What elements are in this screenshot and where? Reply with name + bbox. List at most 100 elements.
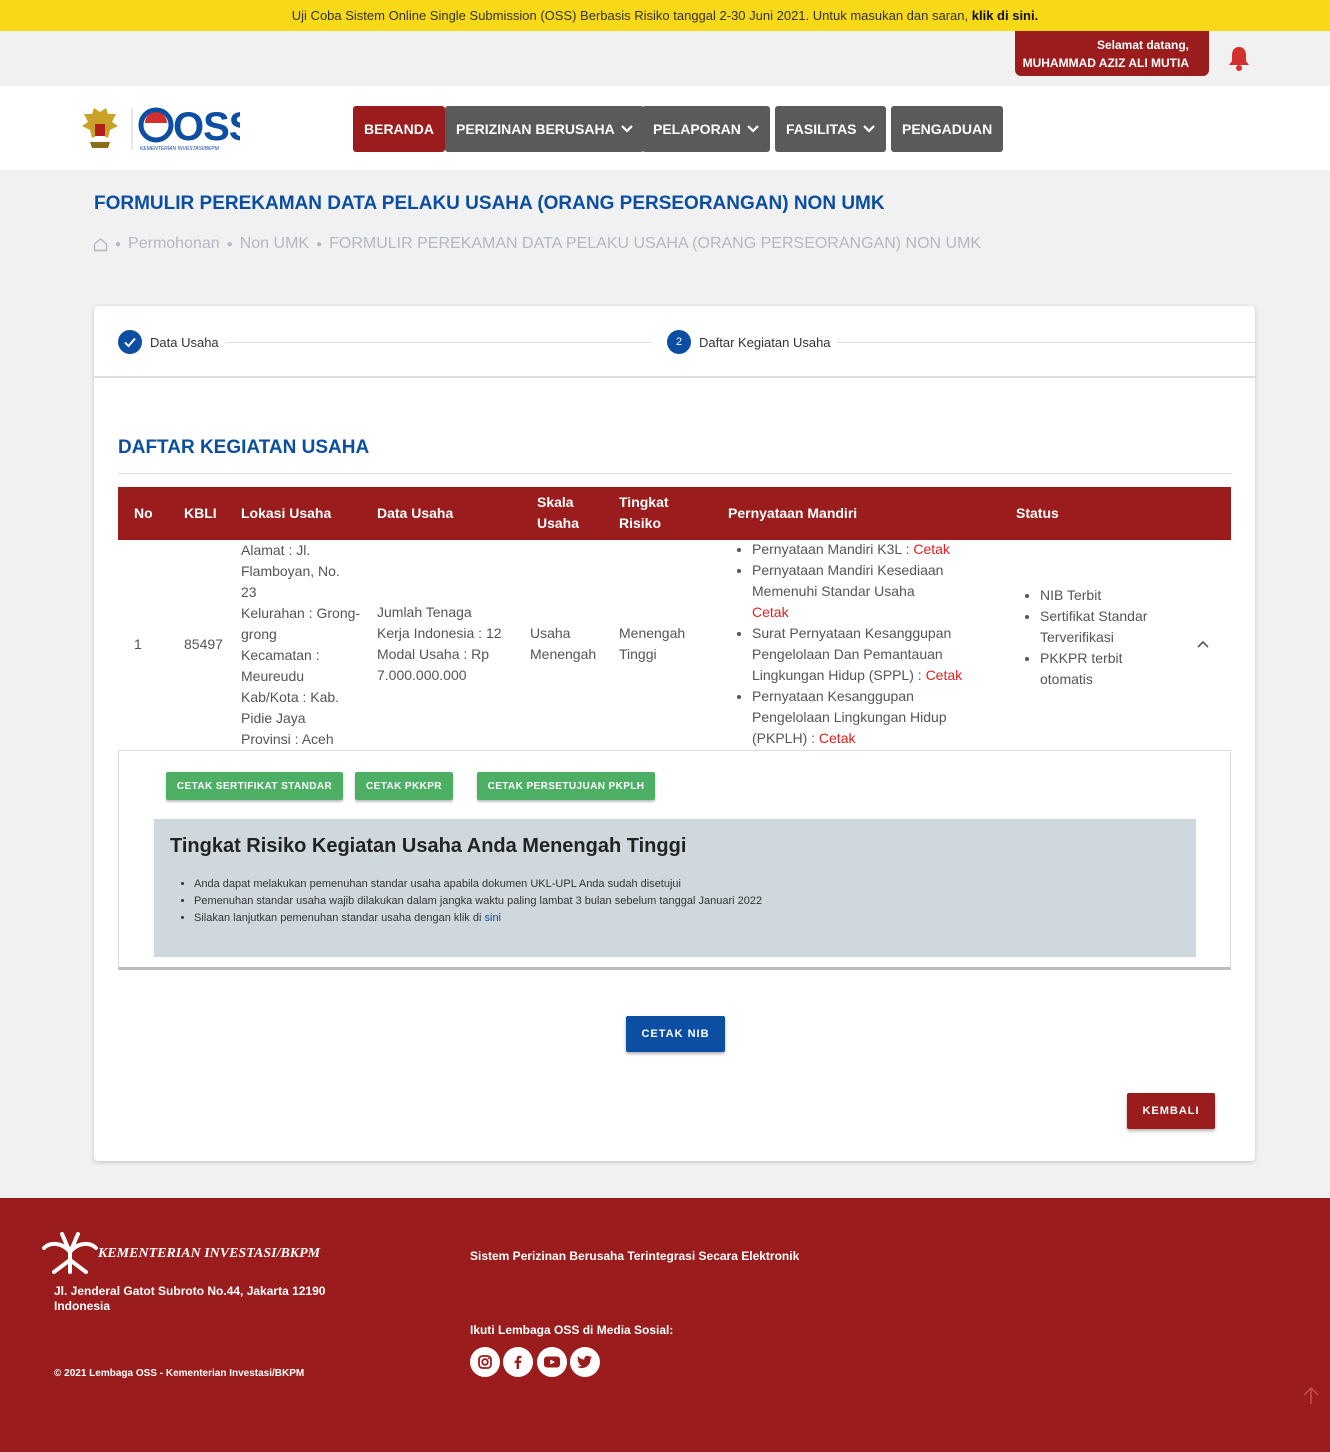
user-menu[interactable]: Selamat datang, MUHAMMAD AZIZ ALI MUTIA [1015,31,1209,76]
greeting-text: Selamat datang, [1096,38,1189,52]
pernyataan-item: Surat Pernyataan Kesanggupan Pengelolaan… [752,623,972,686]
cetak-nib-button[interactable]: CETAK NIB [626,1016,725,1052]
nav-pelaporan[interactable]: PELAPORAN [642,106,770,152]
section-title: DAFTAR KEGIATAN USAHA [118,437,370,458]
step-1-label: Data Usaha [150,335,219,350]
risk-note: Anda dapat melakukan pemenuhan standar u… [194,876,1180,893]
cell-no: 1 [134,636,142,652]
step-2-label: Daftar Kegiatan Usaha [699,335,831,350]
nav-beranda-label: BERANDA [364,121,434,137]
chevron-down-icon [862,125,875,133]
cetak-link[interactable]: Cetak [752,602,972,623]
footer-copyright: © 2021 Lembaga OSS - Kementerian Investa… [54,1368,305,1379]
th-skala: Skala Usaha [537,492,579,534]
nav-pelaporan-label: PELAPORAN [653,121,741,137]
table-header: No KBLI Lokasi Usaha Data Usaha Skala Us… [118,487,1231,540]
nav-pengaduan[interactable]: PENGADUAN [891,106,1004,152]
risk-title: Tingkat Risiko Kegiatan Usaha Anda Menen… [170,835,687,857]
chevron-down-icon [620,125,633,133]
facebook-icon[interactable] [503,1347,533,1377]
footer-social-label: Ikuti Lembaga OSS di Media Sosial: [470,1323,674,1337]
footer-brand: KEMENTERIAN INVESTASI/BKPM [98,1246,321,1261]
cell-kbli: 85497 [184,636,223,652]
pernyataan-item: Pernyataan Mandiri Kesediaan Memenuhi St… [752,560,972,623]
breadcrumb-separator: ● [226,238,233,250]
nav-perizinan-label: PERIZINAN BERUSAHA [456,121,615,137]
announcement-bar: Uji Coba Sistem Online Single Submission… [0,0,1330,31]
nav-fasilitas-label: FASILITAS [786,121,857,137]
breadcrumb: ● Permohonan ● Non UMK ● FORMULIR PEREKA… [93,235,981,253]
stepper: Data Usaha 2 Daftar Kegiatan Usaha [94,306,1255,378]
footer: KEMENTERIAN INVESTASI/BKPM Jl. Jenderal … [0,1198,1330,1452]
home-icon[interactable] [93,237,108,252]
th-skala-line2: Usaha [537,515,580,531]
breadcrumb-item-current: FORMULIR PEREKAMAN DATA PELAKU USAHA (OR… [329,235,982,252]
cetak-link[interactable]: Cetak [913,541,950,557]
th-lokasi: Lokasi Usaha [241,505,332,521]
twitter-icon[interactable] [570,1347,600,1377]
th-status: Status [1016,505,1059,521]
nav-fasilitas[interactable]: FASILITAS [775,106,886,152]
cell-risiko: Menengah Tinggi [619,625,686,662]
th-risiko-line2: Risiko [619,515,662,531]
footer-address: Jl. Jenderal Gatot Subroto No.44, Jakart… [54,1284,326,1313]
main-card: Data Usaha 2 Daftar Kegiatan Usaha DAFTA… [94,306,1255,1161]
step-connector [837,342,1255,343]
kembali-button[interactable]: KEMBALI [1127,1093,1215,1129]
status-item: NIB Terbit [1040,585,1180,606]
breadcrumb-separator: ● [115,238,122,250]
risk-note: Silakan lanjutkan pemenuhan standar usah… [194,910,1180,927]
footer-system-name: Sistem Perizinan Berusaha Terintegrasi S… [470,1249,800,1263]
status-item: PKKPR terbitotomatis [1040,648,1180,690]
step-1-check-icon[interactable] [118,330,142,354]
th-skala-line1: Skala [537,494,574,510]
logo-subtext: KEMENTERIAN INVESTASI/BKPM [140,146,220,152]
logo-text: OSS [173,105,240,149]
oss-logo[interactable]: OSS KEMENTERIAN INVESTASI/BKPM [80,104,240,154]
bell-icon[interactable] [1227,45,1251,71]
instagram-icon[interactable] [470,1347,500,1377]
nav-beranda[interactable]: BERANDA [353,106,445,152]
bkpm-logo-icon [42,1232,98,1274]
th-data-usaha: Data Usaha [377,505,454,521]
breadcrumb-item-permohonan[interactable]: Permohonan [128,235,220,253]
cell-skala: Usaha Menengah [530,625,597,662]
cetak-link[interactable]: Cetak [926,667,963,683]
cell-status: NIB Terbit Sertifikat StandarTerverifika… [1020,585,1180,690]
garuda-emblem-icon [82,108,118,148]
step-2-number[interactable]: 2 [667,330,691,354]
user-name: MUHAMMAD AZIZ ALI MUTIA [1022,56,1189,70]
sini-link[interactable]: sini [485,912,502,924]
cell-pernyataan: Pernyataan Mandiri K3L : Cetak Pernyataa… [732,539,972,749]
breadcrumb-item-non-umk[interactable]: Non UMK [240,235,309,253]
youtube-icon[interactable] [537,1347,567,1377]
announcement-text: Uji Coba Sistem Online Single Submission… [291,8,969,23]
nav-pengaduan-label: PENGADUAN [902,121,993,137]
status-item: Sertifikat StandarTerverifikasi [1040,606,1180,648]
risk-note: Pemenuhan standar usaha wajib dilakukan … [194,893,1180,910]
step-connector [226,342,652,343]
th-risiko-line1: Tingkat [619,494,669,510]
arrow-up-icon[interactable] [1300,1385,1322,1407]
cetak-persetujuan-pkplh-button[interactable]: CETAK PERSETUJUAN PKPLH [477,772,655,800]
page-title: FORMULIR PEREKAMAN DATA PELAKU USAHA (OR… [94,193,885,214]
cell-data-usaha: Jumlah Tenaga Kerja Indonesia : 12 Modal… [377,604,502,683]
pernyataan-item: Pernyataan Kesanggupan Pengelolaan Lingk… [752,686,972,749]
th-pernyataan: Pernyataan Mandiri [728,505,858,521]
pernyataan-item: Pernyataan Mandiri K3L : Cetak [752,539,972,560]
cetak-pkkpr-button[interactable]: CETAK PKKPR [355,772,453,800]
announcement-link[interactable]: klik di sini. [972,8,1038,23]
th-risiko: Tingkat Risiko [619,492,669,534]
section-divider [118,473,1231,474]
cell-lokasi: Alamat : Jl. Flamboyan, No. 23 Kelurahan… [241,542,361,747]
breadcrumb-separator: ● [316,238,323,250]
row-detail-panel: CETAK SERTIFIKAT STANDAR CETAK PKKPR CET… [118,750,1231,970]
th-kbli: KBLI [184,505,217,521]
cetak-link[interactable]: Cetak [819,730,856,746]
nav-perizinan-berusaha[interactable]: PERIZINAN BERUSAHA [445,106,644,152]
risk-info-box: Tingkat Risiko Kegiatan Usaha Anda Menen… [154,819,1196,957]
chevron-up-icon[interactable] [1196,639,1210,649]
cetak-sertifikat-standar-button[interactable]: CETAK SERTIFIKAT STANDAR [166,772,343,800]
th-no: No [134,505,153,521]
chevron-down-icon [747,125,759,133]
